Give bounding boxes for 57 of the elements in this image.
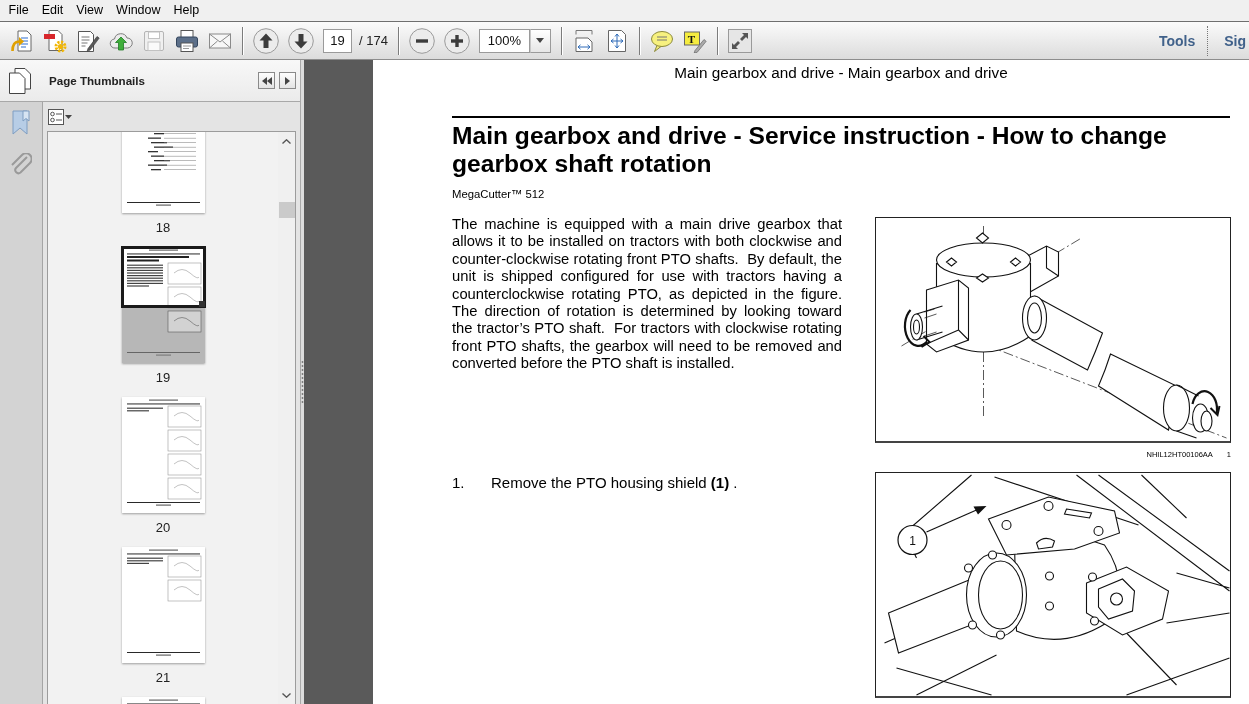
section-title: Main gearbox and drive - Service instruction - How to change gearbox shaft rotation (452, 122, 1168, 178)
intro-paragraph: The machine is equipped with a main drive gearbox that allows it to be installed on tractors with both clockwise and counter-clockwise rotating front PTO shafts. By default, the unit is shipped configured for use with tractors having a counterclockwise rotating PTO, as depicted in the figure. The direction of rotation is determined by looking toward the tractor’s PTO shaft. For tractors with clockwise rotating front PTO shafts, the gearbox will need to be removed and converted before the PTO shaft is installed. (452, 216, 842, 373)
page-number-label: 18 (155, 220, 171, 235)
paperclip-icon[interactable] (10, 153, 32, 177)
zoom-out-icon[interactable] (408, 27, 435, 54)
caret-up-icon[interactable] (282, 139, 291, 144)
running-header: Main gearbox and drive - Main gearbox and drive (673, 64, 1009, 81)
full-screen-icon[interactable] (727, 28, 752, 53)
page-thumbnail[interactable] (121, 547, 205, 663)
step-number: 1. (452, 474, 466, 492)
callout-label: 1 (897, 524, 928, 556)
options-icon[interactable] (48, 108, 72, 125)
print-icon[interactable] (175, 28, 199, 53)
menu-item[interactable]: Edit (35, 0, 70, 21)
page-thumbnail[interactable] (121, 247, 205, 363)
grip-icon[interactable] (301, 360, 304, 404)
leader-arrow (925, 506, 987, 533)
page-number-field[interactable]: 19 (323, 28, 352, 53)
collapse-panel-button[interactable] (258, 72, 275, 89)
figure-preview (167, 429, 201, 452)
document-gear-icon[interactable] (43, 28, 67, 53)
expand-panel-button[interactable] (279, 72, 296, 89)
triangle-right-icon (285, 76, 290, 85)
panel-button[interactable]: Sig (1208, 27, 1249, 54)
caret-down-icon (536, 38, 545, 43)
viewport-frame[interactable] (120, 246, 206, 308)
model-name: MegaCutter™ 512 (452, 187, 546, 201)
zoom-dropdown-button[interactable] (529, 28, 551, 53)
pages-icon[interactable] (9, 67, 31, 94)
edit-document-icon[interactable] (76, 28, 100, 53)
figure-preview (167, 262, 201, 285)
page-thumbnail[interactable] (121, 397, 205, 513)
double-triangle-left-icon (261, 76, 272, 85)
scrollbar-thumb[interactable] (278, 202, 295, 218)
zoom-field[interactable]: 100% (478, 28, 530, 53)
zoom-in-icon[interactable] (443, 27, 470, 54)
page-number-label: 21 (155, 670, 171, 685)
panel-title: Page Thumbnails (49, 74, 145, 87)
comment-icon[interactable] (649, 28, 674, 53)
menu-item[interactable]: Window (109, 0, 168, 21)
figure-preview (167, 453, 201, 476)
figure-preview (167, 310, 201, 333)
menu-item[interactable]: File (2, 0, 36, 21)
menu-item[interactable]: View (69, 0, 110, 21)
page-count: / 174 (359, 33, 388, 48)
page-thumbnail[interactable] (121, 132, 205, 213)
figure-preview (167, 555, 201, 578)
figure-preview (167, 405, 201, 428)
page-number-label: 19 (155, 370, 171, 385)
page-number-label: 20 (155, 520, 171, 535)
figure-preview (167, 579, 201, 602)
menu-item[interactable]: Help (167, 0, 206, 21)
figure-preview (167, 477, 201, 500)
panel-button[interactable]: Tools (1146, 27, 1208, 54)
caret-down-icon[interactable] (282, 693, 291, 698)
step-text: Remove the PTO housing shield (1) . (491, 474, 738, 492)
figure-preview (167, 286, 201, 309)
